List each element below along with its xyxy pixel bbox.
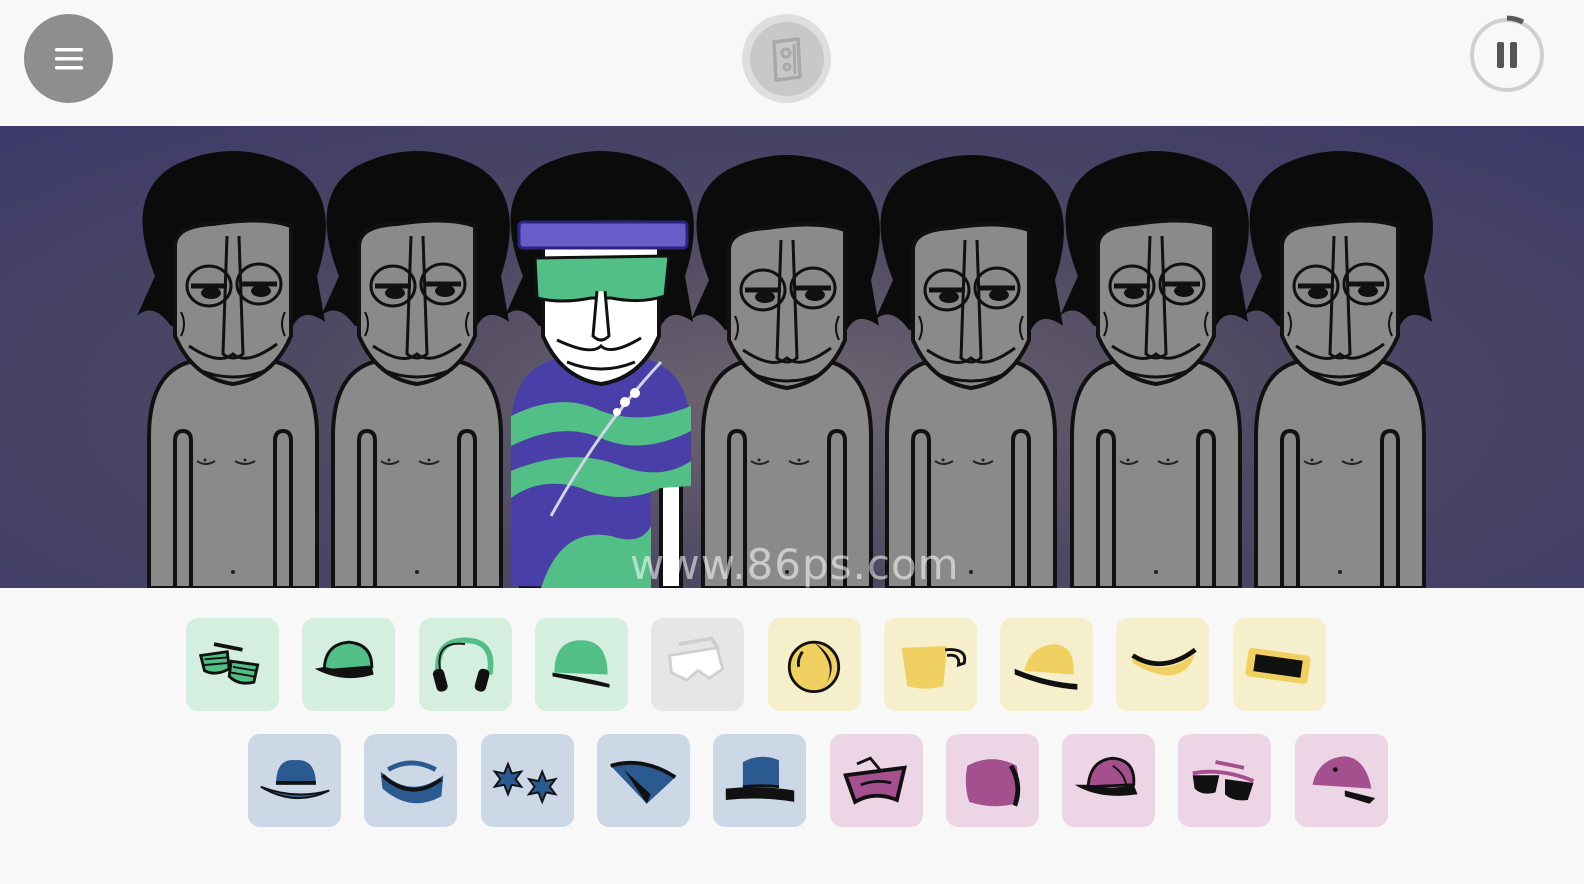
character-stage: www.86ps.com <box>0 126 1584 588</box>
cup-icon <box>901 645 967 689</box>
item-tile-headband[interactable] <box>1116 618 1210 711</box>
item-tile-fedora[interactable] <box>248 734 341 827</box>
hamburger-icon <box>54 47 83 69</box>
item-tile-triangle-hat[interactable] <box>596 734 690 827</box>
bowl-hat-icon <box>1014 643 1077 690</box>
item-tile-bar-glasses[interactable] <box>1232 618 1326 711</box>
sweatband-icon <box>380 760 444 803</box>
fedora-icon <box>259 759 330 799</box>
character-2[interactable] <box>321 151 510 588</box>
headphones-icon <box>433 636 494 692</box>
item-tile-baseball-cap[interactable] <box>1062 734 1156 827</box>
item-tile-cup[interactable] <box>883 618 977 711</box>
triangle-hat-icon <box>610 760 677 804</box>
character-dressed[interactable] <box>505 151 694 588</box>
item-tile-bucket-hat[interactable] <box>1294 734 1388 827</box>
bucket-hat-icon <box>1312 755 1376 804</box>
item-tile-visor-glasses[interactable] <box>651 618 745 711</box>
item-tile-ball[interactable] <box>767 618 861 711</box>
item-tile-star-glasses[interactable] <box>480 734 574 827</box>
characters-layer <box>137 151 1433 588</box>
beanie-icon <box>552 639 610 688</box>
top-bar <box>0 0 1584 126</box>
item-tile-shutter-shades[interactable] <box>186 618 279 711</box>
speaker-icon <box>771 36 802 82</box>
visor-glasses-icon <box>667 635 725 682</box>
item-tile-cap[interactable] <box>302 618 396 711</box>
item-tile-round-hat[interactable] <box>945 734 1039 827</box>
star-glasses-icon <box>492 760 558 804</box>
item-tile-top-hat[interactable] <box>713 734 807 827</box>
item-tile-sweatband[interactable] <box>364 734 458 827</box>
character-4[interactable] <box>691 155 880 588</box>
item-tile-sunglasses[interactable] <box>1178 734 1272 827</box>
sound-items-tray <box>0 588 1584 884</box>
item-tile-bowl-hat[interactable] <box>1000 618 1094 711</box>
speaker-button[interactable] <box>742 14 831 103</box>
item-tile-headphones[interactable] <box>418 618 512 711</box>
watermark-text: www.86ps.com <box>630 540 960 588</box>
top-hat-icon <box>725 756 794 802</box>
character-1[interactable] <box>137 151 326 588</box>
item-tile-crown[interactable] <box>829 734 923 827</box>
sunglasses-icon <box>1192 759 1255 800</box>
loop-progress-indicator <box>1506 15 1525 25</box>
cap-icon <box>314 640 374 678</box>
ball-icon <box>787 640 841 693</box>
shutter-shades-icon <box>198 641 259 685</box>
item-tile-beanie[interactable] <box>534 618 628 711</box>
crown-icon <box>843 755 907 805</box>
character-6[interactable] <box>1060 151 1249 588</box>
character-7[interactable] <box>1244 151 1433 588</box>
round-hat-icon <box>966 758 1021 807</box>
bar-glasses-icon <box>1245 647 1311 684</box>
baseball-cap-icon <box>1074 756 1138 796</box>
headband-icon <box>1131 647 1197 675</box>
menu-button[interactable] <box>24 14 113 103</box>
character-5[interactable] <box>875 155 1064 588</box>
